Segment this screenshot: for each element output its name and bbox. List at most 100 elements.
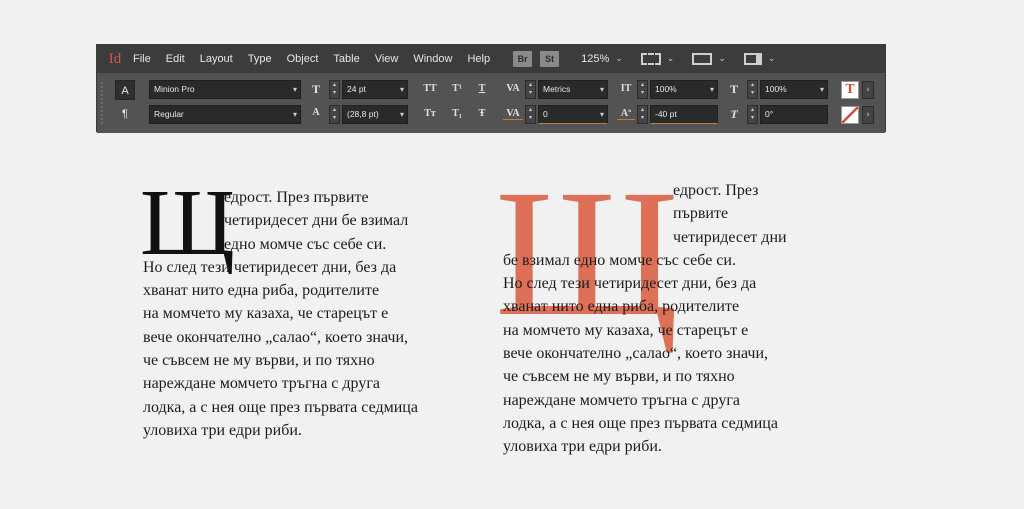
- menu-layout[interactable]: Layout: [200, 53, 233, 65]
- skew-stepper[interactable]: ▴ ▾: [747, 105, 758, 124]
- view-options-icon[interactable]: [640, 53, 661, 65]
- text-fill-swatch[interactable]: T: [841, 81, 859, 99]
- menu-table[interactable]: Table: [333, 53, 359, 65]
- font-family-dropdown-icon[interactable]: ▾: [293, 81, 297, 98]
- text-line: уловиха три едри риби.: [143, 421, 302, 439]
- stroke-arrow-icon[interactable]: ›: [862, 106, 874, 124]
- kerning-stepper[interactable]: ▴ ▾: [525, 80, 536, 99]
- tracking-icon: VA: [503, 108, 523, 120]
- text-line: едрост. През първите: [224, 189, 369, 206]
- skew-field[interactable]: 0°: [760, 105, 828, 124]
- text-line: нареждане момчето тръгна с друга: [503, 391, 740, 409]
- text-line: Но след тези четиридесет дни, без да: [143, 258, 397, 276]
- horizontal-scale-dropdown-icon[interactable]: ▾: [820, 81, 824, 98]
- vertical-scale-field[interactable]: 100% ▾: [650, 80, 718, 99]
- fill-arrow-icon[interactable]: ›: [862, 81, 874, 99]
- text-line: Но след тези четиридесет дни, без да: [503, 275, 757, 293]
- text-line: едрост. През: [673, 182, 759, 199]
- menu-edit[interactable]: Edit: [166, 53, 185, 65]
- text-line: едно момче със себе си.: [224, 235, 387, 253]
- leading-dropdown-icon[interactable]: ▾: [400, 106, 404, 123]
- menu-bar: Id File Edit Layout Type Object Table Vi…: [97, 45, 885, 73]
- font-family-field[interactable]: Minion Pro ▾: [149, 80, 301, 99]
- text-line: първите: [673, 205, 729, 223]
- menu-type[interactable]: Type: [248, 53, 272, 65]
- text-line: нареждане момчето тръгна с друга: [143, 375, 380, 393]
- horizontal-scale-value: 100%: [765, 84, 787, 94]
- panel-grip-icon[interactable]: [100, 81, 104, 125]
- font-style-field[interactable]: Regular ▾: [149, 105, 301, 124]
- menu-help[interactable]: Help: [467, 53, 490, 65]
- font-size-stepper[interactable]: ▴ ▾: [329, 80, 340, 99]
- vertical-scale-icon: IT: [620, 83, 632, 94]
- subscript-icon[interactable]: T₁: [449, 108, 465, 119]
- zoom-chevron-down-icon[interactable]: ⌄: [615, 54, 623, 64]
- view-options-chevron-icon[interactable]: ⌄: [667, 54, 675, 64]
- vertical-scale-dropdown-icon[interactable]: ▾: [710, 81, 714, 98]
- font-size-field[interactable]: 24 pt ▾: [342, 80, 408, 99]
- vertical-scale-stepper[interactable]: ▴ ▾: [637, 80, 648, 99]
- text-stroke-swatch[interactable]: [841, 106, 859, 124]
- menu-view[interactable]: View: [375, 53, 399, 65]
- arrange-documents-icon[interactable]: [743, 53, 762, 65]
- skew-icon: T: [730, 107, 738, 121]
- zoom-level[interactable]: 125%: [581, 53, 609, 65]
- leading-icon: A: [312, 107, 320, 118]
- menu-window[interactable]: Window: [413, 53, 452, 65]
- text-line: лодка, а с нея още през първата седмица: [143, 398, 418, 416]
- paragraph-mode-button[interactable]: ¶: [115, 104, 135, 124]
- tracking-stepper[interactable]: ▴ ▾: [525, 105, 536, 124]
- strikethrough-icon[interactable]: Ŧ: [475, 108, 489, 119]
- font-size-value: 24 pt: [347, 84, 366, 94]
- skew-value: 0°: [765, 109, 774, 119]
- all-caps-icon[interactable]: TT: [421, 83, 439, 94]
- kerning-value: Metrics: [543, 84, 571, 94]
- screen-mode-icon[interactable]: [692, 53, 713, 65]
- baseline-shift-field[interactable]: -40 pt: [650, 105, 718, 124]
- leading-field[interactable]: (28,8 pt) ▾: [342, 105, 408, 124]
- tracking-field[interactable]: 0 ▾: [538, 105, 608, 124]
- text-line: бе взимал едно момче със себе си.: [503, 251, 736, 269]
- small-caps-icon[interactable]: Tт: [421, 108, 439, 119]
- text-frame-right[interactable]: едрост. През първите четиридесет дни бе …: [503, 179, 848, 459]
- stock-button[interactable]: St: [540, 51, 560, 67]
- font-size-dropdown-icon[interactable]: ▾: [400, 81, 404, 98]
- text-line: на момчето му казаха, че старецът е: [503, 321, 749, 339]
- kerning-field[interactable]: Metrics ▾: [538, 80, 608, 99]
- font-size-icon: T: [311, 82, 320, 96]
- font-style-value: Regular: [154, 109, 184, 119]
- text-line: хванат нито една риба, родителите: [143, 282, 380, 300]
- baseline-shift-stepper[interactable]: ▴ ▾: [637, 105, 648, 124]
- baseline-shift-icon: Aª: [617, 108, 635, 120]
- font-family-value: Minion Pro: [154, 84, 195, 94]
- tracking-dropdown-icon[interactable]: ▾: [600, 106, 604, 123]
- kerning-dropdown-icon[interactable]: ▾: [600, 81, 604, 98]
- text-line: вече окончателно „салао“, което значи,: [503, 345, 769, 363]
- character-mode-button[interactable]: A: [115, 80, 135, 100]
- indesign-window: Id File Edit Layout Type Object Table Vi…: [96, 44, 886, 133]
- font-style-dropdown-icon[interactable]: ▾: [293, 106, 297, 123]
- leading-stepper[interactable]: ▴ ▾: [329, 105, 340, 124]
- horizontal-scale-icon: T: [729, 82, 738, 96]
- horizontal-scale-stepper[interactable]: ▴ ▾: [747, 80, 758, 99]
- text-line: вече окончателно „салао“, което значи,: [143, 328, 409, 346]
- screen-mode-chevron-icon[interactable]: ⌄: [718, 54, 726, 64]
- menu-file[interactable]: File: [133, 53, 151, 65]
- baseline-shift-value: -40 pt: [655, 109, 677, 119]
- bridge-button[interactable]: Br: [513, 51, 533, 67]
- text-frame-left[interactable]: едрост. През първите четиридесет дни бе …: [143, 186, 483, 442]
- text-line: лодка, а с нея още през първата седмица: [503, 414, 778, 432]
- text-line: уловиха три едри риби.: [503, 438, 662, 456]
- arrange-documents-chevron-icon[interactable]: ⌄: [768, 54, 776, 64]
- text-line: четиридесет дни бе взимал: [224, 212, 409, 230]
- horizontal-scale-field[interactable]: 100% ▾: [760, 80, 828, 99]
- underline-icon[interactable]: T: [475, 83, 489, 94]
- menu-object[interactable]: Object: [287, 53, 319, 65]
- text-line: че съвсем не му върви, и по тяхно: [503, 368, 735, 386]
- superscript-icon[interactable]: T¹: [449, 83, 465, 94]
- leading-value: (28,8 pt): [347, 109, 379, 119]
- indesign-logo: Id: [108, 50, 122, 67]
- vertical-scale-value: 100%: [655, 84, 677, 94]
- kerning-icon: VA: [506, 83, 520, 94]
- control-panel: A ¶ Minion Pro ▾ Regular ▾ T ▴ ▾ 24 pt ▾ A ▴…: [97, 73, 885, 133]
